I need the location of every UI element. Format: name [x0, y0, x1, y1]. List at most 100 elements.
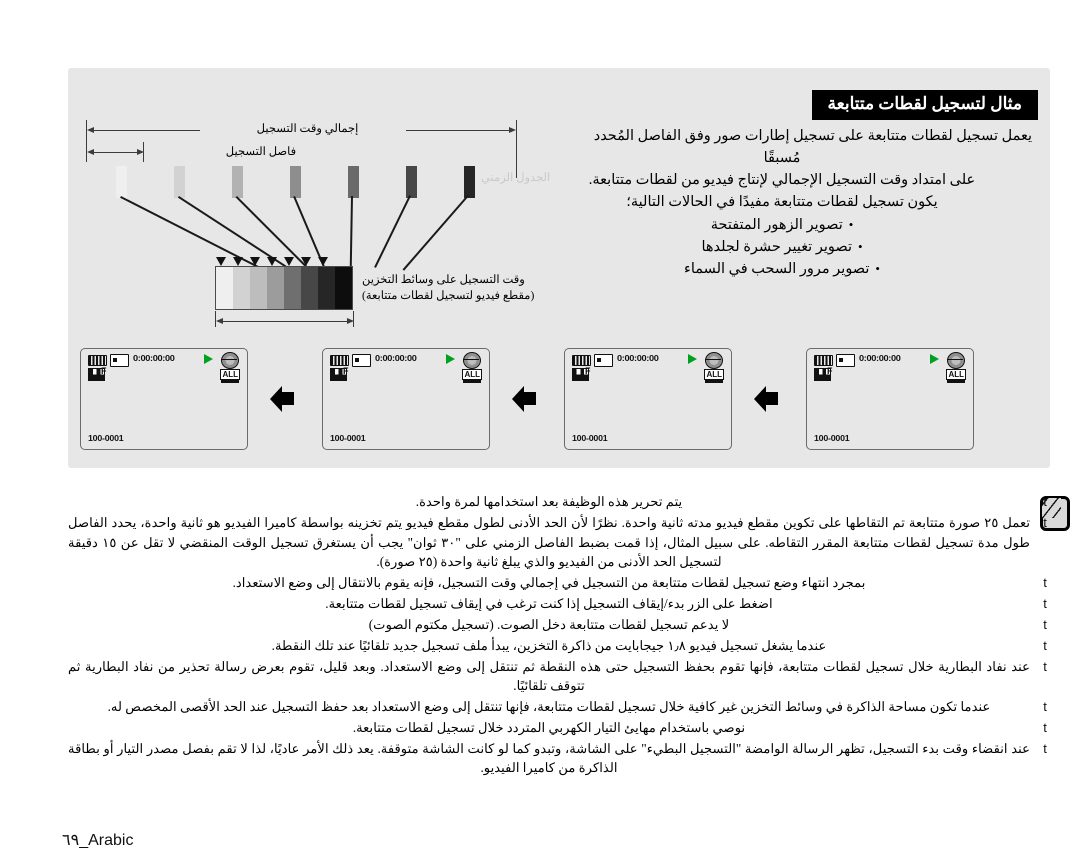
lcd-screen: 0:00:00:00 ALL 100-0001	[80, 348, 248, 450]
feed-arrowhead	[216, 257, 226, 266]
feed-line	[293, 196, 325, 267]
memory-card-icon	[110, 354, 129, 367]
intro-line-2: مُسبقًا	[763, 150, 801, 166]
note-bullet-glyph: t	[1043, 719, 1047, 735]
flow-arrow-icon	[754, 386, 778, 412]
feed-arrowhead	[284, 257, 294, 266]
note-list-item: t عندما يشغل تسجيل فيديو ١٫٨ جيجابايت من…	[60, 636, 1060, 656]
capture-tick	[290, 166, 301, 198]
feed-arrowhead	[233, 257, 243, 266]
intro-line-1: يعمل تسجيل لقطات متتابعة على تسجيل إطارا…	[593, 128, 1032, 144]
note-list-item: t يتم تحرير هذه الوظيفة بعد استخدامها لم…	[60, 492, 1060, 512]
lcd-timecode: 0:00:00:00	[375, 354, 417, 363]
clip-segment	[318, 267, 335, 309]
note-list-item: t عندما تكون مساحة الذاكرة في وسائط التخ…	[60, 697, 1060, 717]
lcd-screen: 0:00:00:00 ALL 100-0001	[564, 348, 732, 450]
battery-icon	[814, 355, 833, 366]
note-list-item: t عند نفاد البطارية خلال تسجيل لقطات متت…	[60, 657, 1060, 696]
note-list-item: t نوصي باستخدام مهايئ التيار الكهربي الم…	[60, 718, 1060, 738]
page-footer: ٦٩_Arabic	[62, 832, 134, 849]
label-recording-interval: فاصل التسجيل	[225, 146, 297, 158]
quality-fine-icon	[814, 366, 833, 381]
note-list-item: t عند انقضاء وقت بدء التسجيل، تظهر الرسا…	[60, 739, 1060, 778]
dim-line-total-right	[406, 130, 513, 131]
record-play-icon	[204, 354, 213, 364]
memory-card-icon	[836, 354, 855, 367]
note-bullet-glyph: t	[1043, 494, 1047, 509]
feed-arrowhead	[267, 257, 277, 266]
flow-arrow-icon	[270, 386, 294, 412]
clip-dim-arrow-left	[216, 317, 223, 324]
clip-segment	[335, 267, 352, 309]
globe-icon	[947, 352, 965, 369]
intro-line-3: على امتداد وقت التسجيل الإجمالي لإنتاج ف…	[588, 172, 976, 188]
note-text: نوصي باستخدام مهايئ التيار الكهربي المتر…	[352, 719, 746, 735]
feed-arrowhead	[250, 257, 260, 266]
note-text: اضغط على الزر بدء/إيقاف التسجيل إذا كنت …	[325, 595, 773, 611]
flow-arrow-icon	[512, 386, 536, 412]
clip-dim-arrow-right	[347, 317, 354, 324]
capture-tick	[232, 166, 243, 198]
note-list-item: t لا يدعم تسجيل لقطات متتابعة دخل الصوت.…	[60, 615, 1060, 635]
feed-line	[350, 195, 353, 267]
note-bullet-glyph: t	[1043, 515, 1047, 530]
lcd-timecode: 0:00:00:00	[859, 354, 901, 363]
note-text: عندما يشغل تسجيل فيديو ١٫٨ جيجابايت من ذ…	[271, 637, 827, 653]
note-list-item: t تعمل ٢٥ صورة متتابعة تم التقاطها على ت…	[60, 513, 1060, 572]
quality-fine-icon	[330, 366, 349, 381]
note-text: يتم تحرير هذه الوظيفة بعد استخدامها لمرة…	[415, 494, 683, 509]
note-bullet-glyph: t	[1043, 698, 1047, 714]
label-total-recording-time: إجمالي وقت التسجيل	[256, 123, 359, 135]
intro-bullet: تصوير تغيير حشرة لجلدها	[532, 236, 1032, 258]
all-badge: ALL	[946, 369, 966, 383]
caption-storage-line2: (مقطع فيديو لتسجيل لقطات متتابعة)	[362, 290, 535, 302]
quality-fine-icon	[572, 366, 591, 381]
globe-icon	[221, 352, 239, 369]
example-banner-title: مثال لتسجيل لقطات متتابعة	[811, 90, 1038, 120]
clip-segment	[250, 267, 267, 309]
feed-line	[374, 195, 411, 268]
capture-tick	[406, 166, 417, 198]
note-text: بمجرد انتهاء وضع تسجيل لقطات متتابعة من …	[232, 574, 866, 590]
quality-fine-icon	[88, 366, 107, 381]
illustration-panel: مثال لتسجيل لقطات متتابعة يعمل تسجيل لقط…	[68, 68, 1050, 468]
all-badge: ALL	[704, 369, 724, 383]
feed-arrowhead	[301, 257, 311, 266]
intro-bullet-list: تصوير الزهور المتفتحة تصوير تغيير حشرة ل…	[532, 214, 1032, 280]
dim-line-interval	[90, 152, 140, 153]
capture-tick	[116, 166, 127, 198]
dim-line-total-left	[90, 130, 200, 131]
note-list-item: t بمجرد انتهاء وضع تسجيل لقطات متتابعة م…	[60, 573, 1060, 593]
lcd-timecode: 0:00:00:00	[617, 354, 659, 363]
memory-card-icon	[594, 354, 613, 367]
memory-card-icon	[352, 354, 371, 367]
clip-segment	[301, 267, 318, 309]
note-text: عند نفاد البطارية خلال تسجيل لقطات متتاب…	[68, 658, 1030, 694]
clip-segment	[233, 267, 250, 309]
all-badge: ALL	[220, 369, 240, 383]
clip-segment	[267, 267, 284, 309]
note-text: لا يدعم تسجيل لقطات متتابعة دخل الصوت. (…	[368, 616, 730, 632]
note-bullet-glyph: t	[1043, 740, 1047, 756]
globe-icon	[463, 352, 481, 369]
capture-tick	[348, 166, 359, 198]
feed-line	[402, 194, 469, 271]
record-play-icon	[688, 354, 697, 364]
label-timeline: الجدول الزمني	[481, 172, 551, 184]
lcd-screen: 0:00:00:00 ALL 100-0001	[806, 348, 974, 450]
result-clip-strip	[215, 266, 353, 310]
intro-bullet: تصوير الزهور المتفتحة	[532, 214, 1032, 236]
note-bullet-glyph: t	[1043, 574, 1047, 590]
lcd-file-number: 100-0001	[572, 434, 608, 443]
record-play-icon	[446, 354, 455, 364]
battery-icon	[88, 355, 107, 366]
note-bullet-glyph: t	[1043, 658, 1047, 674]
note-bullet-glyph: t	[1043, 616, 1047, 632]
lcd-file-number: 100-0001	[814, 434, 850, 443]
caption-storage-line1: وقت التسجيل على وسائط التخزين	[362, 274, 525, 286]
notes-section: t يتم تحرير هذه الوظيفة بعد استخدامها لم…	[60, 492, 1070, 779]
dim-arrow-interval-left	[87, 148, 94, 155]
dim-arrow-interval-right	[137, 148, 144, 155]
intro-line-4: يكون تسجيل لقطات متتابعة مفيدًا في الحال…	[626, 194, 938, 210]
lcd-timecode: 0:00:00:00	[133, 354, 175, 363]
